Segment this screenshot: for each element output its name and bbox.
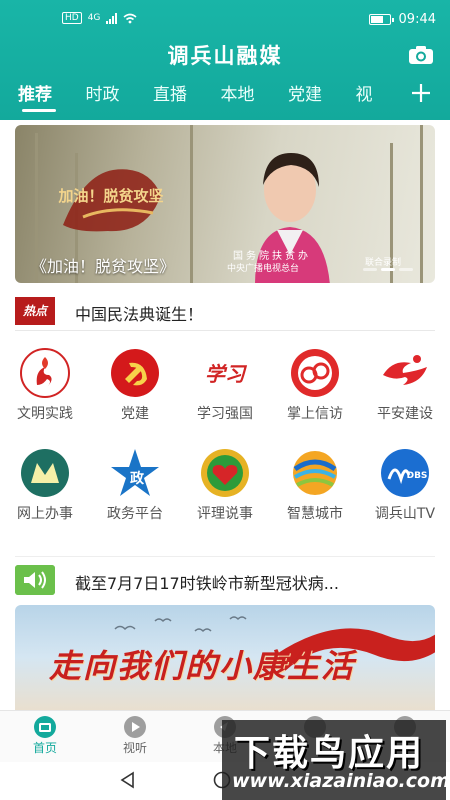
service-online[interactable]: 网上办事	[0, 445, 90, 545]
service-grid: 文明实践 党建 学习 学习强国 掌上信访 平安建设 网上办事 政 政务平台 评理…	[0, 345, 450, 545]
tab-party-building[interactable]: 党建	[270, 80, 338, 114]
xuexi-qiangguo-icon: 学习	[205, 362, 248, 386]
nav-label: 视听	[122, 741, 147, 755]
service-label: 党建	[121, 406, 149, 422]
battery-icon	[368, 14, 394, 25]
tab-partial[interactable]: 视	[338, 80, 406, 114]
service-civilization-practice[interactable]: 文明实践	[0, 345, 90, 445]
petition-icon	[291, 349, 339, 397]
category-tabs: 推荐 时政 直播 本地 党建 视	[0, 80, 405, 114]
service-label: 调兵山TV	[374, 506, 436, 522]
tab-politics[interactable]: 时政	[68, 80, 136, 114]
featured-banner[interactable]: 加油！脱贫攻坚 国务院扶贫办 中央广播电视总台 联合录制 《加油！脱贫攻坚》	[15, 125, 435, 283]
nav-home[interactable]: 首页	[0, 711, 90, 762]
hot-news-title: 中国民法典诞生！	[75, 305, 204, 324]
service-label: 政务平台	[107, 506, 163, 522]
watermark-title: 下载鸟应用	[234, 733, 425, 774]
smart-city-icon	[293, 451, 337, 495]
nav-label: 首页	[32, 741, 57, 755]
tab-live[interactable]: 直播	[135, 80, 203, 114]
tab-local[interactable]: 本地	[203, 80, 271, 114]
status-time: 09:44	[398, 12, 436, 27]
program-logo-image: 加油！脱贫攻坚	[57, 169, 164, 232]
status-bar: HD 4G 09:44	[0, 0, 450, 40]
service-label: 评理说事	[197, 506, 253, 522]
service-safety[interactable]: 平安建设	[360, 345, 450, 445]
banner-overlay-3: 联合录制	[365, 258, 402, 268]
svg-text:政: 政	[130, 470, 145, 487]
banner-caption: 《加油！脱贫攻坚》	[31, 257, 176, 276]
carousel-indicator	[363, 268, 413, 271]
civilization-practice-icon	[20, 348, 70, 398]
banner-slogan: 走向我们的小康生活	[49, 647, 356, 685]
svg-text:DBS: DBS	[407, 471, 428, 481]
service-label: 掌上信访	[287, 406, 343, 422]
service-petition[interactable]: 掌上信访	[270, 345, 360, 445]
camera-icon[interactable]	[408, 45, 434, 65]
svg-text:学习: 学习	[205, 362, 248, 386]
notice-row[interactable]: 截至7月7日17时铁岭市新型冠状病...	[15, 556, 435, 600]
notice-title: 截至7月7日17时铁岭市新型冠状病...	[75, 574, 339, 593]
service-party-building[interactable]: 党建	[90, 345, 180, 445]
watermark-url: www.xiazainiao.com	[232, 770, 450, 792]
service-label: 平安建设	[377, 406, 433, 422]
hd-badge: HD	[62, 12, 82, 24]
banner-overlay-1: 国务院扶贫办	[233, 251, 311, 262]
mediation-icon	[201, 449, 249, 497]
service-mediation[interactable]: 评理说事	[180, 445, 270, 545]
home-tab-icon	[34, 716, 56, 738]
nav-video[interactable]: 视听	[90, 711, 180, 762]
banner-overlay-2: 中央广播电视总台	[227, 264, 300, 274]
secondary-banner[interactable]: 走向我们的小康生活	[15, 605, 435, 710]
service-government[interactable]: 政 政务平台	[90, 445, 180, 545]
wifi-icon	[123, 13, 137, 23]
back-icon[interactable]	[118, 770, 138, 790]
hot-news-row[interactable]: 热点 中国民法典诞生！	[15, 293, 435, 331]
service-smart-city[interactable]: 智慧城市	[270, 445, 360, 545]
service-label: 网上办事	[17, 506, 73, 522]
service-row: 网上办事 政 政务平台 评理说事 智慧城市 DBS 调兵山TV	[0, 445, 450, 545]
app-title: 调兵山融媒	[167, 44, 283, 68]
birds-decoration	[114, 616, 247, 633]
tab-active-indicator	[22, 109, 56, 112]
watermark-overlay: 下载鸟应用 www.xiazainiao.com	[222, 720, 450, 800]
network-type: 4G	[87, 13, 101, 23]
service-tv[interactable]: DBS 调兵山TV	[360, 445, 450, 545]
service-label: 学习强国	[197, 406, 253, 422]
service-row: 文明实践 党建 学习 学习强国 掌上信访 平安建设	[0, 345, 450, 445]
program-logo-text: 加油！脱贫攻坚	[57, 187, 163, 205]
tv-icon: DBS	[381, 449, 429, 497]
signal-icon	[106, 12, 118, 24]
play-icon	[124, 716, 146, 738]
service-xuexi[interactable]: 学习 学习强国	[180, 345, 270, 445]
safety-icon	[383, 355, 427, 385]
party-emblem-icon	[111, 349, 159, 397]
service-label: 智慧城市	[287, 506, 343, 522]
add-channel-icon[interactable]	[410, 82, 432, 104]
hot-badge: 热点	[15, 297, 55, 325]
government-platform-icon: 政	[111, 449, 159, 496]
speaker-icon	[15, 565, 55, 595]
service-label: 文明实践	[17, 406, 73, 422]
online-service-icon	[21, 449, 69, 497]
